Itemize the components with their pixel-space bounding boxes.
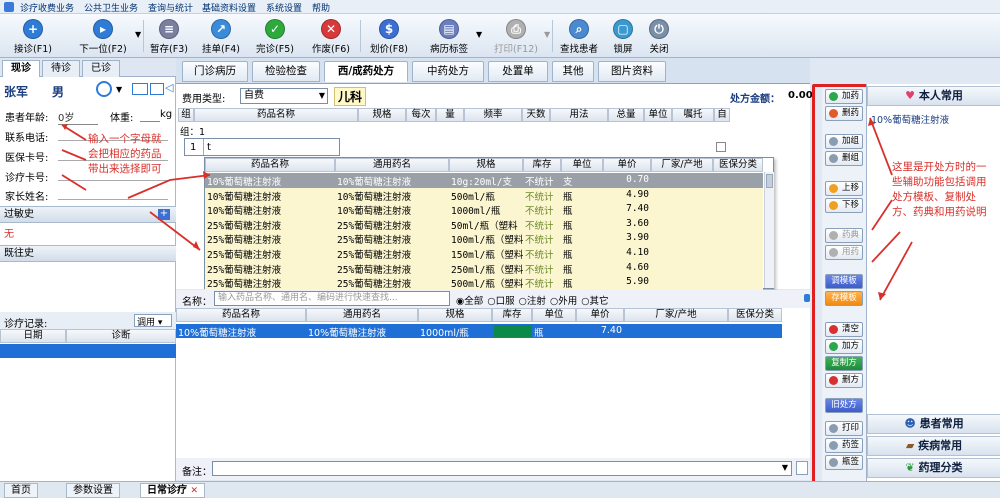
tab-params[interactable]: 参数设置: [66, 483, 120, 498]
arrow-to-add: [869, 117, 893, 176]
tab-home[interactable]: 首页: [4, 483, 38, 498]
arrow-to-card: [61, 174, 87, 191]
tab-daily-clinic[interactable]: 日常诊疗 ✕: [140, 483, 206, 498]
arrow-to-input: [127, 174, 211, 199]
arrow-to-copy: [879, 241, 913, 301]
bottom-tabs: 首页 参数设置 日常诊疗 ✕: [0, 481, 1000, 498]
annotation-arrows: [61, 117, 913, 301]
arrow-to-insurance: [61, 149, 87, 161]
arrow-to-popup: [149, 211, 201, 251]
arrow-to-template: [871, 231, 901, 263]
close-tab-icon[interactable]: ✕: [190, 486, 198, 496]
arrow-to-pharmacopeia: [871, 199, 893, 231]
